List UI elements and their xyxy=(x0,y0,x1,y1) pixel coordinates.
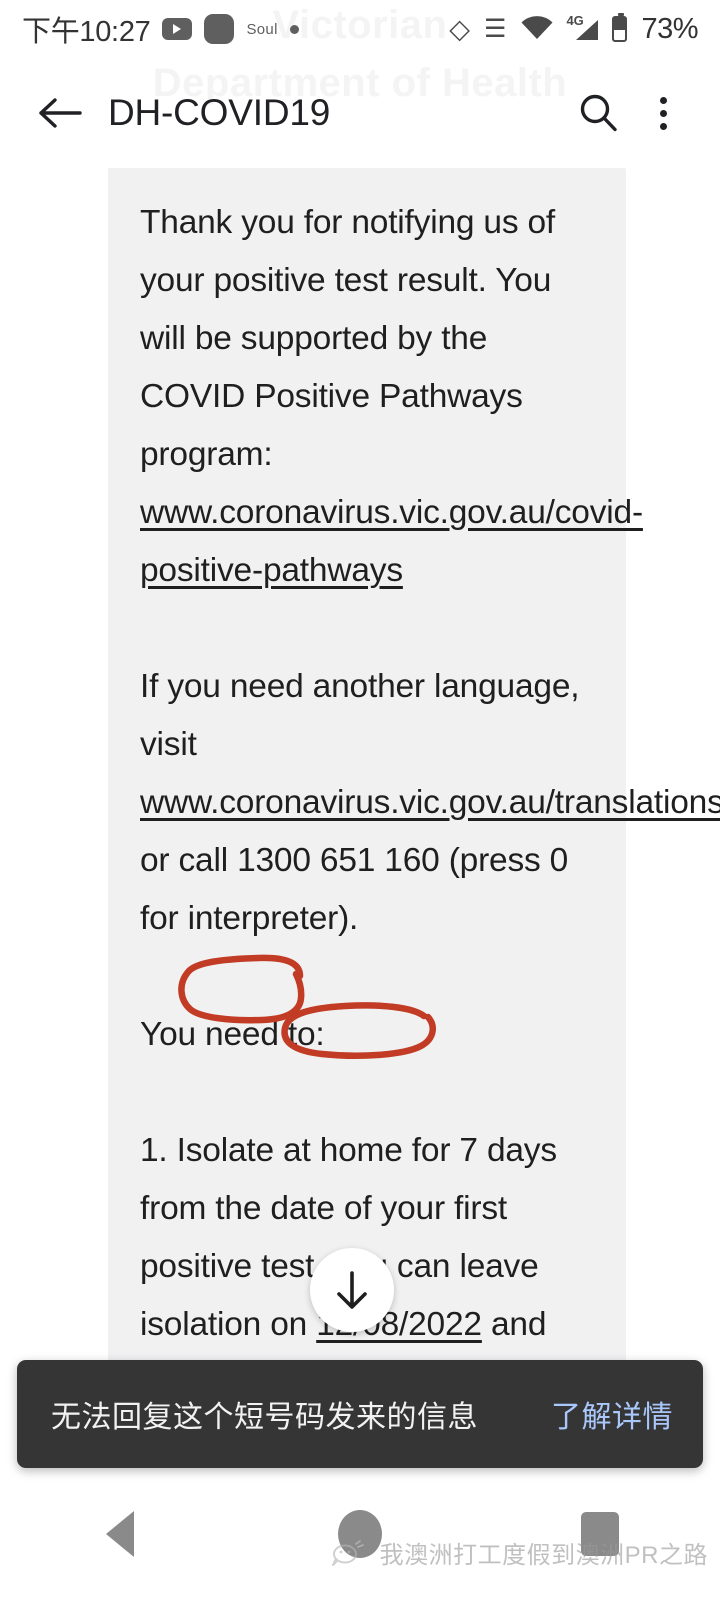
phone-screen: Victorian Department of Health 下午10:27 S… xyxy=(0,0,720,1600)
home-circle-icon xyxy=(338,1510,382,1558)
signal-bars xyxy=(576,20,599,40)
kebab-dot xyxy=(659,122,667,130)
app-notification-icon xyxy=(204,14,235,44)
app-bar: DH-COVID19 xyxy=(0,58,720,168)
message-paragraph-2: If you need another language, visit www.… xyxy=(140,658,720,948)
page-title: DH-COVID19 xyxy=(108,92,331,133)
link-translations[interactable]: www.coronavirus.vic.gov.au/translations xyxy=(140,784,720,821)
battery-percent-label: 73% xyxy=(641,12,698,45)
kebab-dot xyxy=(659,109,667,117)
message-bubble[interactable]: Thank you for notifying us of your posit… xyxy=(108,168,720,1380)
wifi-icon xyxy=(520,14,554,45)
nav-home-button[interactable] xyxy=(240,1468,480,1600)
bluetooth-icon: ◇ xyxy=(449,13,471,44)
status-clock: 下午10:27 xyxy=(22,16,151,48)
soul-notification-label: Soul xyxy=(246,20,278,38)
vibrate-icon: ☰ xyxy=(484,14,507,43)
snackbar-action-button[interactable]: 了解详情 xyxy=(551,1392,673,1436)
battery-icon xyxy=(612,13,628,42)
search-icon[interactable] xyxy=(570,85,626,141)
navigation-bar xyxy=(0,1468,720,1600)
paragraph-spacer xyxy=(140,600,600,658)
message-text-2a: If you need another language, visit xyxy=(140,668,580,763)
nav-back-button[interactable] xyxy=(0,1468,240,1600)
notification-dot-icon xyxy=(289,24,299,34)
message-paragraph-3: You need to: xyxy=(140,1016,325,1053)
message-text-1: Thank you for notifying us of your posit… xyxy=(140,204,556,473)
status-bar: 下午10:27 Soul ◇ ☰ 4G 73% xyxy=(0,0,720,58)
snackbar: 无法回复这个短号码发来的信息 了解详情 xyxy=(17,1360,703,1468)
link-covid-positive-pathways[interactable]: www.coronavirus.vic.gov.au/covid-positiv… xyxy=(140,494,643,589)
recents-square-icon xyxy=(581,1512,619,1556)
conversation-thread[interactable]: Thank you for notifying us of your posit… xyxy=(0,168,720,1380)
status-bar-left: 下午10:27 Soul xyxy=(22,8,299,50)
paragraph-spacer xyxy=(140,948,600,1006)
back-triangle-icon xyxy=(106,1511,134,1557)
snackbar-message: 无法回复这个短号码发来的信息 xyxy=(51,1401,478,1434)
kebab-dot xyxy=(659,96,667,104)
signal-4g-icon: 4G xyxy=(566,13,599,42)
youtube-icon xyxy=(162,18,193,40)
message-text-2b: or call 1300 651 160 (press 0 for interp… xyxy=(140,842,569,937)
message-paragraph-1: Thank you for notifying us of your posit… xyxy=(140,194,643,600)
nav-recents-button[interactable] xyxy=(480,1468,720,1600)
status-bar-right: ◇ ☰ 4G 73% xyxy=(449,13,698,46)
arrow-down-icon xyxy=(337,1271,367,1309)
message-list-item-1: 1. Isolate at home for 7 days from the d… xyxy=(140,1122,600,1380)
paragraph-spacer xyxy=(140,1064,600,1122)
back-arrow-icon[interactable] xyxy=(34,87,86,139)
scroll-to-bottom-button[interactable] xyxy=(310,1248,394,1332)
more-options-icon[interactable] xyxy=(640,85,686,141)
